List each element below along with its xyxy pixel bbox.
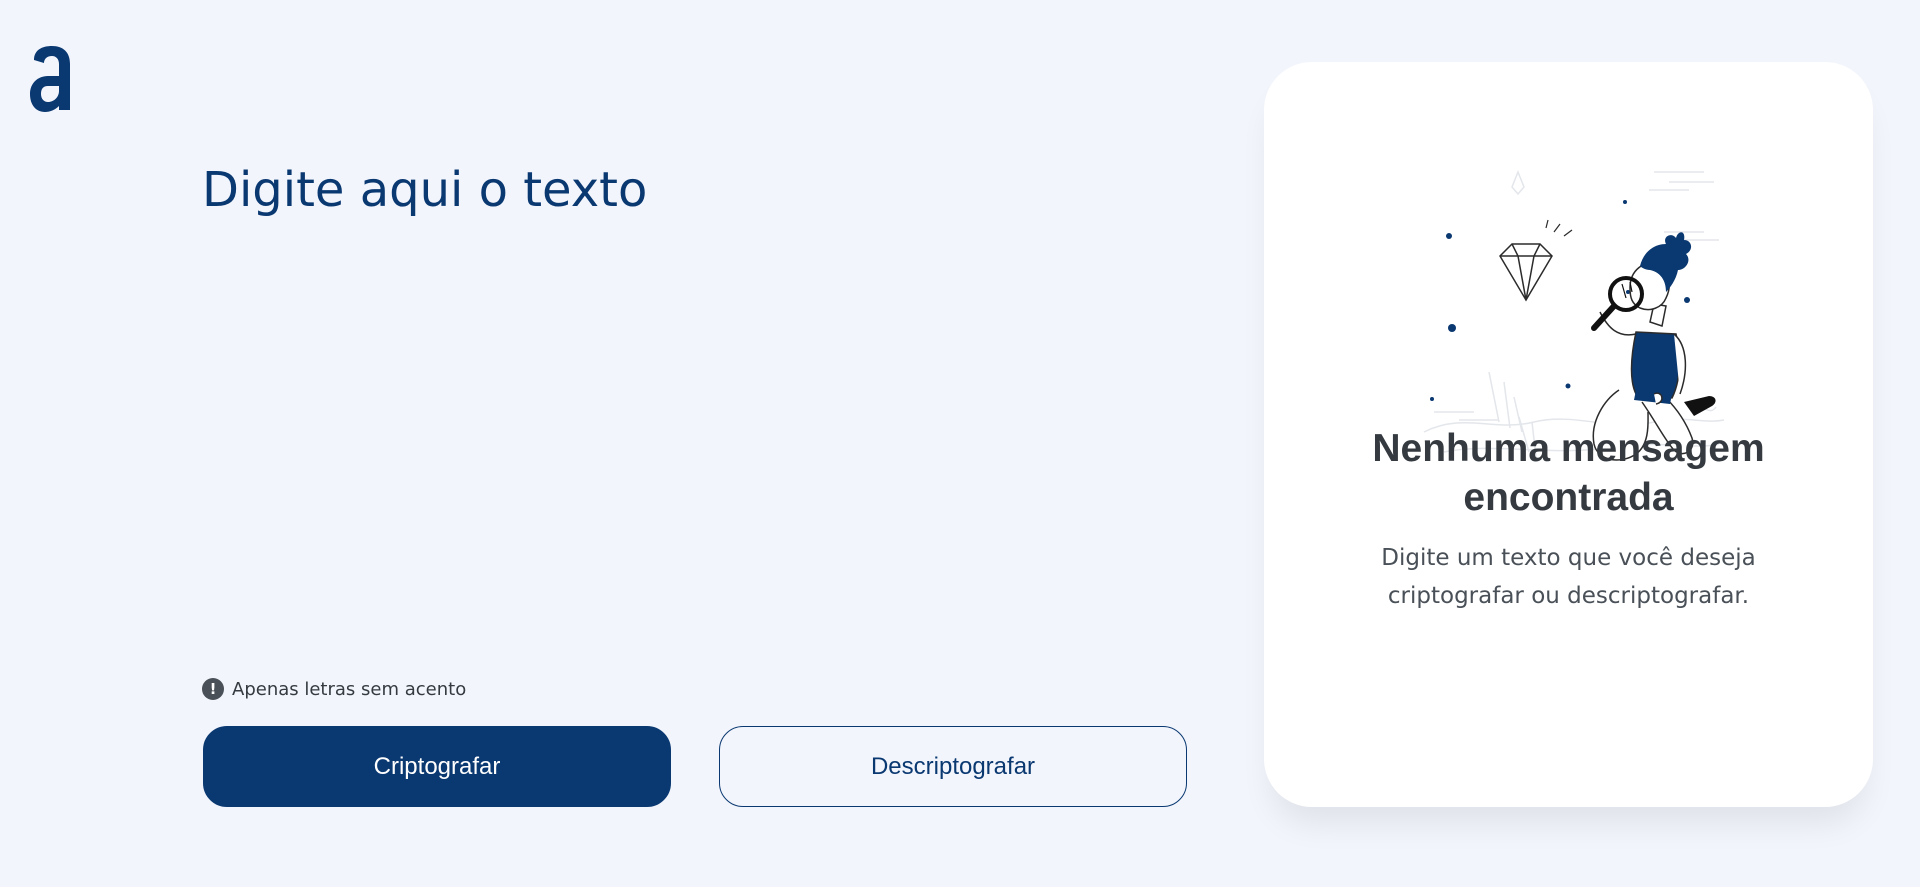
empty-state-description: Digite um texto que você deseja criptogr… bbox=[1381, 545, 1756, 609]
empty-state-title: Nenhuma mensagem encontrada bbox=[1372, 427, 1765, 519]
alura-logo-icon[interactable] bbox=[28, 44, 76, 114]
input-hint: ! Apenas letras sem acento bbox=[202, 677, 466, 701]
encrypt-button[interactable]: Criptografar bbox=[203, 726, 671, 807]
exclamation-circle-icon: ! bbox=[202, 678, 224, 700]
input-hint-text: Apenas letras sem acento bbox=[232, 678, 467, 700]
decrypt-button[interactable]: Descriptografar bbox=[719, 726, 1187, 807]
message-input[interactable] bbox=[202, 160, 1182, 640]
page: ! Apenas letras sem acento Criptografar … bbox=[0, 0, 1920, 887]
output-panel: Nenhuma mensagem encontrada Digite um te… bbox=[1264, 62, 1873, 807]
